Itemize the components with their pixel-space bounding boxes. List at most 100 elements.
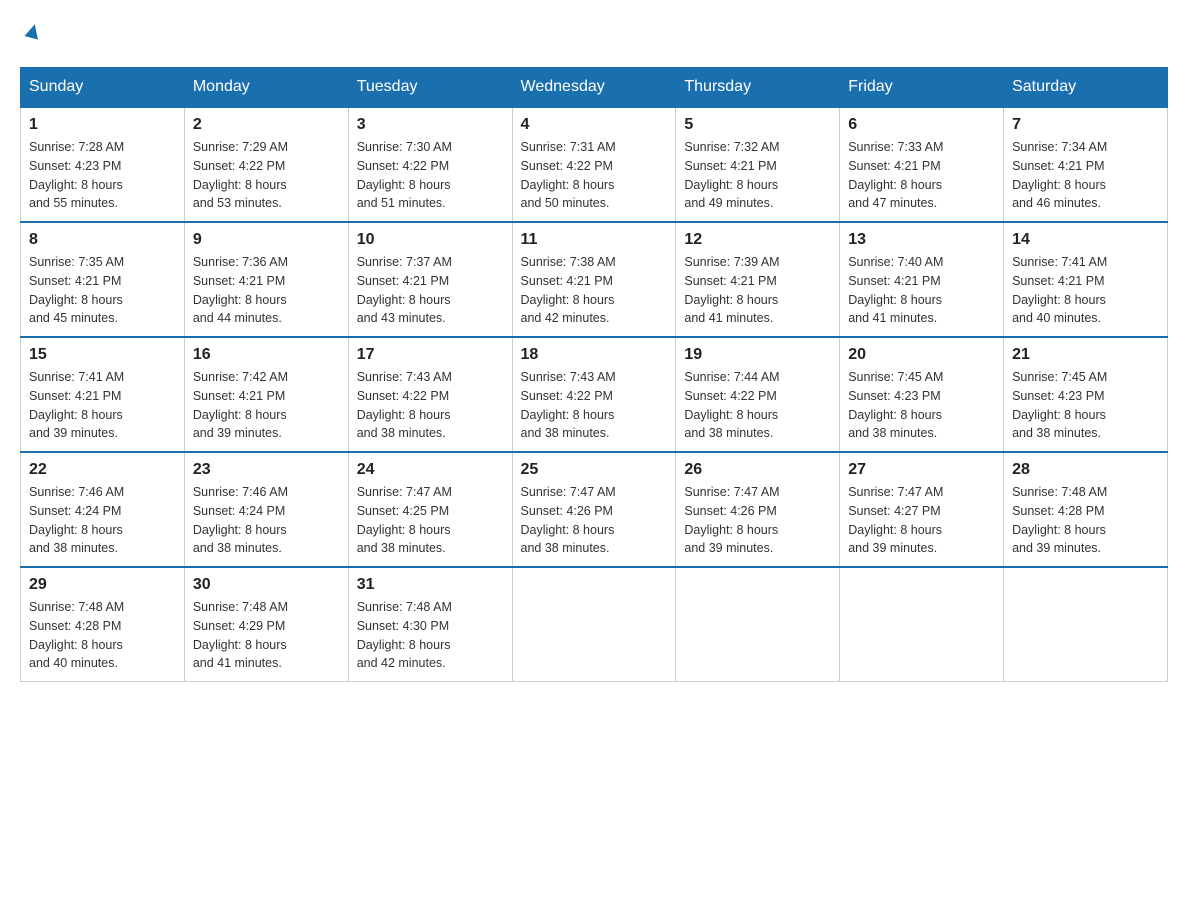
calendar-table: SundayMondayTuesdayWednesdayThursdayFrid…: [20, 67, 1168, 682]
day-info: Sunrise: 7:38 AMSunset: 4:21 PMDaylight:…: [521, 253, 668, 328]
day-number: 10: [357, 231, 504, 249]
calendar-header-row: SundayMondayTuesdayWednesdayThursdayFrid…: [21, 68, 1168, 108]
day-info: Sunrise: 7:44 AMSunset: 4:22 PMDaylight:…: [684, 368, 831, 443]
logo-row1: [20, 20, 44, 47]
day-info: Sunrise: 7:47 AMSunset: 4:27 PMDaylight:…: [848, 483, 995, 558]
day-number: 30: [193, 576, 340, 594]
day-number: 6: [848, 116, 995, 134]
day-info: Sunrise: 7:42 AMSunset: 4:21 PMDaylight:…: [193, 368, 340, 443]
calendar-cell: 19 Sunrise: 7:44 AMSunset: 4:22 PMDaylig…: [676, 337, 840, 452]
day-number: 1: [29, 116, 176, 134]
day-info: Sunrise: 7:41 AMSunset: 4:21 PMDaylight:…: [1012, 253, 1159, 328]
day-info: Sunrise: 7:43 AMSunset: 4:22 PMDaylight:…: [357, 368, 504, 443]
day-info: Sunrise: 7:48 AMSunset: 4:29 PMDaylight:…: [193, 598, 340, 673]
day-info: Sunrise: 7:32 AMSunset: 4:21 PMDaylight:…: [684, 138, 831, 213]
calendar-cell: 21 Sunrise: 7:45 AMSunset: 4:23 PMDaylig…: [1004, 337, 1168, 452]
day-number: 3: [357, 116, 504, 134]
day-number: 22: [29, 461, 176, 479]
day-number: 15: [29, 346, 176, 364]
day-info: Sunrise: 7:37 AMSunset: 4:21 PMDaylight:…: [357, 253, 504, 328]
day-number: 2: [193, 116, 340, 134]
page-header: [20, 20, 1168, 47]
calendar-header-saturday: Saturday: [1004, 68, 1168, 108]
calendar-cell: 13 Sunrise: 7:40 AMSunset: 4:21 PMDaylig…: [840, 222, 1004, 337]
day-number: 5: [684, 116, 831, 134]
day-info: Sunrise: 7:36 AMSunset: 4:21 PMDaylight:…: [193, 253, 340, 328]
day-number: 27: [848, 461, 995, 479]
day-number: 26: [684, 461, 831, 479]
day-info: Sunrise: 7:30 AMSunset: 4:22 PMDaylight:…: [357, 138, 504, 213]
calendar-cell: 2 Sunrise: 7:29 AMSunset: 4:22 PMDayligh…: [184, 107, 348, 222]
day-info: Sunrise: 7:28 AMSunset: 4:23 PMDaylight:…: [29, 138, 176, 213]
calendar-header-monday: Monday: [184, 68, 348, 108]
day-info: Sunrise: 7:29 AMSunset: 4:22 PMDaylight:…: [193, 138, 340, 213]
day-info: Sunrise: 7:39 AMSunset: 4:21 PMDaylight:…: [684, 253, 831, 328]
logo: [20, 20, 44, 47]
day-info: Sunrise: 7:31 AMSunset: 4:22 PMDaylight:…: [521, 138, 668, 213]
logo-triangle-icon: [22, 20, 44, 47]
day-info: Sunrise: 7:33 AMSunset: 4:21 PMDaylight:…: [848, 138, 995, 213]
day-number: 9: [193, 231, 340, 249]
day-number: 14: [1012, 231, 1159, 249]
calendar-header-thursday: Thursday: [676, 68, 840, 108]
calendar-week-row-3: 15 Sunrise: 7:41 AMSunset: 4:21 PMDaylig…: [21, 337, 1168, 452]
day-number: 16: [193, 346, 340, 364]
day-info: Sunrise: 7:46 AMSunset: 4:24 PMDaylight:…: [193, 483, 340, 558]
day-info: Sunrise: 7:40 AMSunset: 4:21 PMDaylight:…: [848, 253, 995, 328]
calendar-cell: 7 Sunrise: 7:34 AMSunset: 4:21 PMDayligh…: [1004, 107, 1168, 222]
day-number: 18: [521, 346, 668, 364]
day-number: 12: [684, 231, 831, 249]
calendar-cell: 11 Sunrise: 7:38 AMSunset: 4:21 PMDaylig…: [512, 222, 676, 337]
day-number: 7: [1012, 116, 1159, 134]
day-number: 25: [521, 461, 668, 479]
day-number: 19: [684, 346, 831, 364]
day-info: Sunrise: 7:45 AMSunset: 4:23 PMDaylight:…: [1012, 368, 1159, 443]
calendar-cell: 8 Sunrise: 7:35 AMSunset: 4:21 PMDayligh…: [21, 222, 185, 337]
calendar-header-tuesday: Tuesday: [348, 68, 512, 108]
calendar-week-row-2: 8 Sunrise: 7:35 AMSunset: 4:21 PMDayligh…: [21, 222, 1168, 337]
calendar-cell: 28 Sunrise: 7:48 AMSunset: 4:28 PMDaylig…: [1004, 452, 1168, 567]
calendar-cell: 4 Sunrise: 7:31 AMSunset: 4:22 PMDayligh…: [512, 107, 676, 222]
day-number: 11: [521, 231, 668, 249]
calendar-cell: 20 Sunrise: 7:45 AMSunset: 4:23 PMDaylig…: [840, 337, 1004, 452]
calendar-cell: 15 Sunrise: 7:41 AMSunset: 4:21 PMDaylig…: [21, 337, 185, 452]
calendar-week-row-4: 22 Sunrise: 7:46 AMSunset: 4:24 PMDaylig…: [21, 452, 1168, 567]
calendar-cell: 18 Sunrise: 7:43 AMSunset: 4:22 PMDaylig…: [512, 337, 676, 452]
day-info: Sunrise: 7:48 AMSunset: 4:28 PMDaylight:…: [1012, 483, 1159, 558]
calendar-header-friday: Friday: [840, 68, 1004, 108]
day-number: 24: [357, 461, 504, 479]
calendar-cell: [512, 567, 676, 682]
day-info: Sunrise: 7:46 AMSunset: 4:24 PMDaylight:…: [29, 483, 176, 558]
calendar-cell: 29 Sunrise: 7:48 AMSunset: 4:28 PMDaylig…: [21, 567, 185, 682]
calendar-cell: 22 Sunrise: 7:46 AMSunset: 4:24 PMDaylig…: [21, 452, 185, 567]
day-number: 4: [521, 116, 668, 134]
calendar-cell: 17 Sunrise: 7:43 AMSunset: 4:22 PMDaylig…: [348, 337, 512, 452]
calendar-header-wednesday: Wednesday: [512, 68, 676, 108]
day-number: 21: [1012, 346, 1159, 364]
day-info: Sunrise: 7:48 AMSunset: 4:30 PMDaylight:…: [357, 598, 504, 673]
calendar-cell: 12 Sunrise: 7:39 AMSunset: 4:21 PMDaylig…: [676, 222, 840, 337]
calendar-cell: 31 Sunrise: 7:48 AMSunset: 4:30 PMDaylig…: [348, 567, 512, 682]
day-info: Sunrise: 7:45 AMSunset: 4:23 PMDaylight:…: [848, 368, 995, 443]
day-number: 28: [1012, 461, 1159, 479]
day-number: 13: [848, 231, 995, 249]
calendar-cell: 16 Sunrise: 7:42 AMSunset: 4:21 PMDaylig…: [184, 337, 348, 452]
day-info: Sunrise: 7:34 AMSunset: 4:21 PMDaylight:…: [1012, 138, 1159, 213]
calendar-cell: 24 Sunrise: 7:47 AMSunset: 4:25 PMDaylig…: [348, 452, 512, 567]
day-number: 17: [357, 346, 504, 364]
calendar-cell: 30 Sunrise: 7:48 AMSunset: 4:29 PMDaylig…: [184, 567, 348, 682]
calendar-cell: 26 Sunrise: 7:47 AMSunset: 4:26 PMDaylig…: [676, 452, 840, 567]
day-number: 8: [29, 231, 176, 249]
day-info: Sunrise: 7:43 AMSunset: 4:22 PMDaylight:…: [521, 368, 668, 443]
calendar-cell: 1 Sunrise: 7:28 AMSunset: 4:23 PMDayligh…: [21, 107, 185, 222]
day-number: 29: [29, 576, 176, 594]
day-info: Sunrise: 7:47 AMSunset: 4:25 PMDaylight:…: [357, 483, 504, 558]
calendar-cell: 3 Sunrise: 7:30 AMSunset: 4:22 PMDayligh…: [348, 107, 512, 222]
day-info: Sunrise: 7:47 AMSunset: 4:26 PMDaylight:…: [684, 483, 831, 558]
day-info: Sunrise: 7:41 AMSunset: 4:21 PMDaylight:…: [29, 368, 176, 443]
calendar-cell: 14 Sunrise: 7:41 AMSunset: 4:21 PMDaylig…: [1004, 222, 1168, 337]
day-number: 23: [193, 461, 340, 479]
calendar-week-row-5: 29 Sunrise: 7:48 AMSunset: 4:28 PMDaylig…: [21, 567, 1168, 682]
calendar-header-sunday: Sunday: [21, 68, 185, 108]
calendar-cell: 23 Sunrise: 7:46 AMSunset: 4:24 PMDaylig…: [184, 452, 348, 567]
